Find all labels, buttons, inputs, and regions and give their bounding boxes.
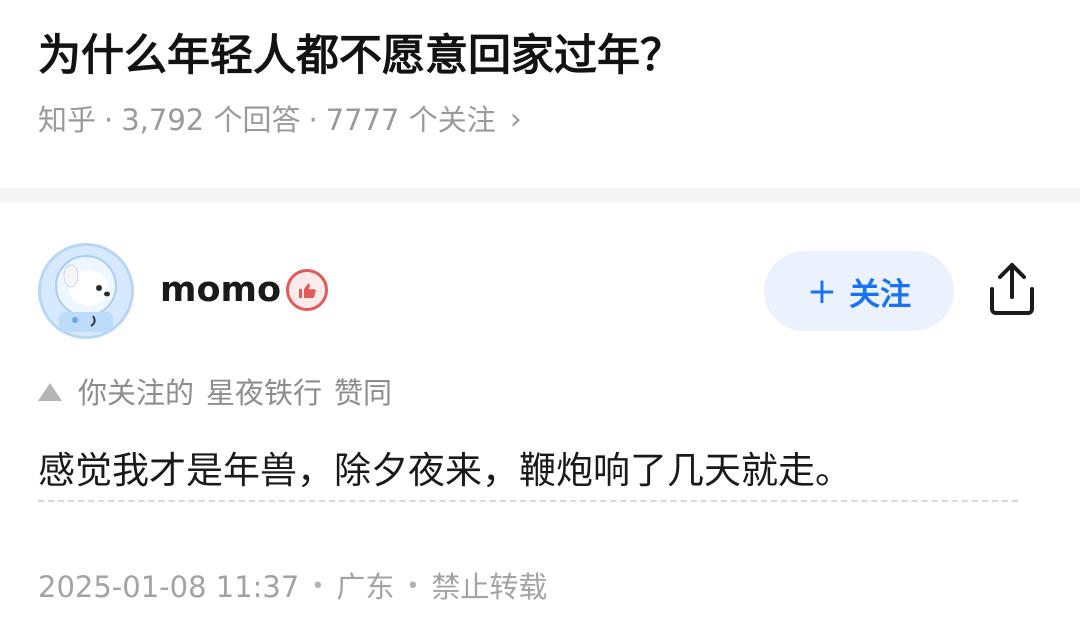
source-label: 知乎 <box>38 103 97 137</box>
thumb-up-badge-icon <box>286 269 328 311</box>
upvote-triangle-icon <box>38 383 62 401</box>
avatar[interactable] <box>38 243 134 339</box>
plus-icon: + <box>806 270 838 312</box>
astronaut-dog-avatar-icon <box>41 246 131 336</box>
question-title[interactable]: 为什么年轻人都不愿意回家过年？ <box>38 26 1040 86</box>
endorsement-prefix: 你关注的 <box>78 376 195 410</box>
copyright-notice: 禁止转载 <box>431 570 548 604</box>
publish-time: 2025-01-08 11:37 <box>38 570 300 604</box>
follow-label: 关注 <box>849 276 912 313</box>
follow-button[interactable]: + 关注 <box>764 251 954 331</box>
footer-separator: • <box>311 574 325 599</box>
section-divider <box>0 188 1080 202</box>
endorser-name: 星夜铁行 <box>206 376 323 410</box>
endorsement-action: 赞同 <box>334 376 393 410</box>
answer-count: 3,792 个回答 <box>121 103 301 137</box>
answer-content[interactable]: 感觉我才是年兽，除夕夜来，鞭炮响了几天就走。 <box>38 446 1018 502</box>
follower-count: 7777 个关注 <box>325 103 496 137</box>
meta-separator: · <box>308 103 318 137</box>
share-icon[interactable] <box>984 259 1040 319</box>
chevron-right-icon[interactable]: › <box>510 100 522 140</box>
question-meta[interactable]: 知乎 · 3,792 个回答 · 7777 个关注 › <box>38 100 1040 140</box>
endorsement-line[interactable]: 你关注的 星夜铁行 赞同 <box>38 371 392 415</box>
author-name[interactable]: momo <box>160 265 281 315</box>
answer-footer: 2025-01-08 11:37 • 广东 • 禁止转载 <box>38 565 547 609</box>
question-header: 为什么年轻人都不愿意回家过年？ 知乎 · 3,792 个回答 · 7777 个关… <box>38 26 1040 140</box>
footer-separator: • <box>406 574 420 599</box>
meta-separator: · <box>104 103 114 137</box>
author-row: momo + 关注 <box>38 243 1042 339</box>
ip-location: 广东 <box>336 570 395 604</box>
